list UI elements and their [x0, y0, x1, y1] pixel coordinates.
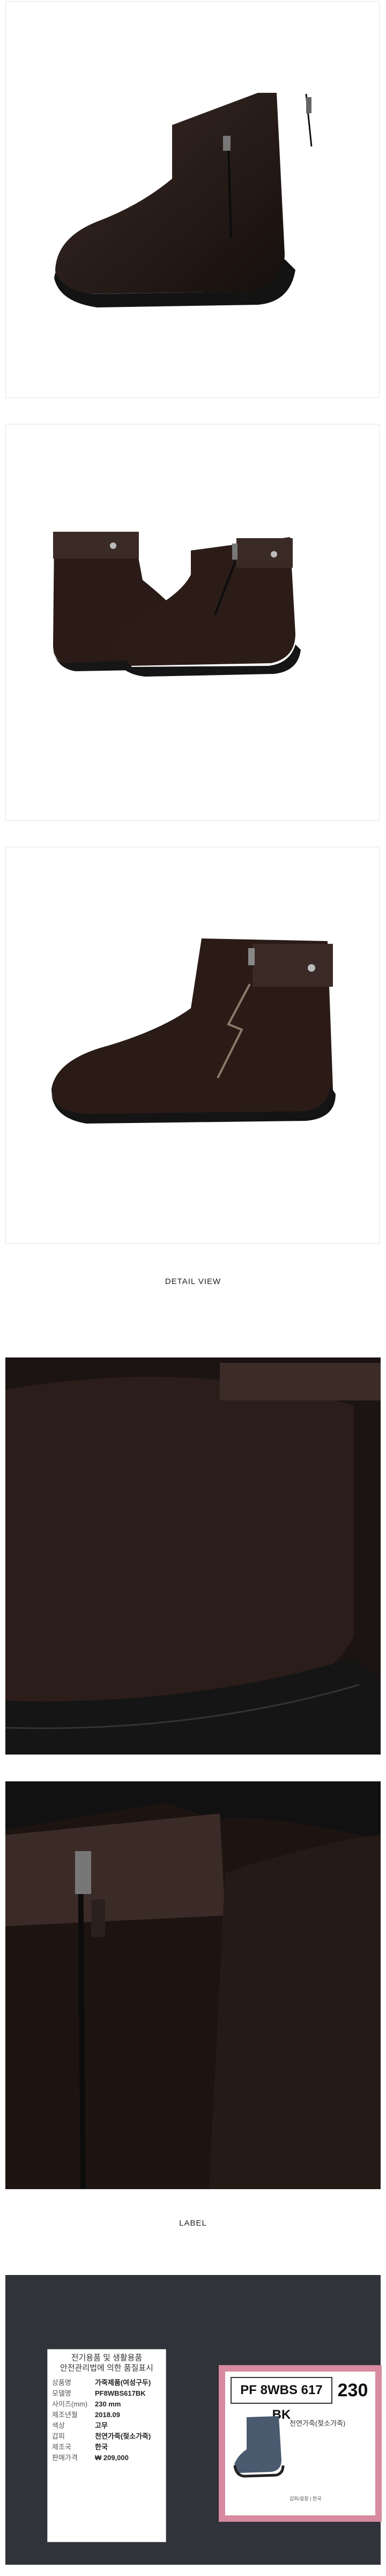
size-tag-card: PF 8WBS 617 BK 230 천연가죽(젖소가죽) 갑피/겉창 | 한국	[219, 2365, 382, 2522]
label-key: 상품명	[52, 2379, 71, 2387]
size-value: 230	[337, 2380, 368, 2401]
material-text: 천연가죽(젖소가죽)	[290, 2419, 346, 2427]
label-row: 판매가격 ₩ 209,000	[48, 2453, 166, 2463]
detail-view-heading: DETAIL VIEW	[165, 1277, 221, 1286]
boot-pair-image	[53, 532, 301, 677]
label-row: 모델명 PF8WBS617BK	[48, 2388, 166, 2399]
label-key: 사이즈(mm)	[52, 2400, 88, 2408]
detail-photo-toe	[5, 1357, 381, 1755]
label-value: PF8WBS617BK	[95, 2389, 146, 2397]
label-value: 천연가죽(젖소가죽)	[95, 2432, 151, 2440]
label-key: 갑피	[52, 2432, 65, 2440]
quality-label-card: 전기용품 및 생활용품 안전관리법에 의한 품질표시 상품명 가죽제품(여성구두)…	[47, 2349, 166, 2542]
label-row: 제조국 한국	[48, 2442, 166, 2453]
boot-zipper-image	[51, 938, 336, 1124]
label-value: 고무	[95, 2421, 108, 2430]
label-value: 가죽제품(여성구두)	[95, 2379, 151, 2387]
label-small-text: 갑피/겉창 | 한국	[290, 2496, 322, 2501]
size-tag-inner: PF 8WBS 617 BK 230 천연가죽(젖소가죽) 갑피/겉창 | 한국	[225, 2372, 375, 2515]
detail-photo-cuff	[5, 1781, 381, 2189]
label-key: 제조국	[52, 2443, 71, 2451]
label-row: 상품명 가죽제품(여성구두)	[48, 2377, 166, 2388]
product-photo-zipper	[5, 847, 380, 1244]
label-header-line2: 안전관리법에 의한 품질표시	[60, 2364, 153, 2373]
cuff-closeup-image	[5, 1781, 381, 2189]
label-value: 한국	[95, 2443, 108, 2451]
product-photo-side	[5, 1, 380, 398]
toe-closeup-image	[5, 1357, 381, 1755]
label-key: 색상	[52, 2421, 65, 2430]
boot-thumbnail-image	[233, 2416, 285, 2478]
label-row: 제조년월 2018.09	[48, 2410, 166, 2420]
label-value: 230 mm	[95, 2400, 121, 2408]
label-row: 갑피 천연가죽(젖소가죽)	[48, 2431, 166, 2442]
label-key: 제조년월	[52, 2411, 78, 2419]
label-header-line1: 전기용품 및 생활용품	[71, 2353, 143, 2362]
label-row: 색상 고무	[48, 2420, 166, 2431]
boot-side-image	[54, 93, 313, 307]
label-row: 사이즈(mm) 230 mm	[48, 2399, 166, 2410]
label-heading: LABEL	[179, 2219, 207, 2228]
label-key: 판매가격	[52, 2454, 78, 2462]
label-value: ₩ 209,000	[95, 2454, 129, 2462]
label-value: 2018.09	[95, 2411, 120, 2419]
product-photo-pair	[5, 424, 380, 821]
label-key: 모델명	[52, 2389, 71, 2397]
sku-code: PF 8WBS 617 BK	[231, 2377, 332, 2422]
